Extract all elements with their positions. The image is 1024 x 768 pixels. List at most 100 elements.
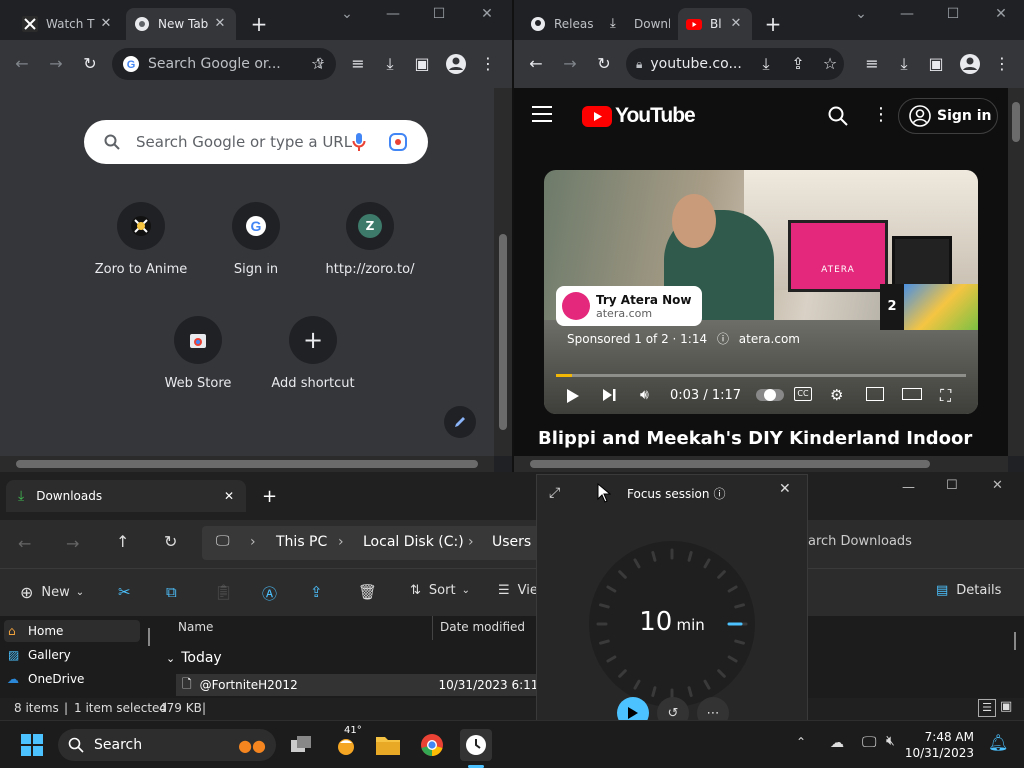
captions-icon[interactable]: CC [794, 387, 812, 401]
media-icon[interactable]: ≡ [346, 52, 370, 76]
back-button[interactable]: ← [10, 52, 34, 76]
details-button[interactable]: ▤ Details [936, 583, 1001, 598]
chevron-down-icon[interactable]: ⌄ [848, 6, 874, 22]
close-icon[interactable]: ✕ [98, 16, 114, 32]
install-app-icon[interactable]: ⤓ [754, 52, 778, 76]
content-scrollbar[interactable] [1014, 632, 1016, 650]
taskbar-search-box[interactable]: Search ●● [58, 729, 276, 761]
customize-pencil-icon[interactable] [444, 406, 476, 438]
shortcut-zoro-to[interactable]: Z http://zoro.to/ [315, 202, 425, 277]
info-icon[interactable]: ⓘ [717, 332, 729, 346]
breadcrumb-users[interactable]: Users [492, 534, 531, 550]
horizontal-scrollbar[interactable] [514, 456, 1008, 472]
maximize-button[interactable]: ☐ [426, 6, 452, 22]
forward-button[interactable]: → [558, 52, 582, 76]
close-icon[interactable]: ✕ [212, 16, 228, 32]
omnibox[interactable]: 🔒︎ youtube.co... [626, 48, 844, 80]
next-video-preview[interactable]: 2 [880, 284, 978, 330]
lock-icon[interactable]: 🔒︎ [636, 57, 642, 72]
bookmark-star-icon[interactable]: ☆ [818, 52, 842, 76]
clock-app-icon[interactable] [460, 729, 492, 761]
forward-button[interactable]: → [44, 52, 68, 76]
sign-in-button[interactable]: Sign in [898, 98, 998, 134]
tab-downloads[interactable]: ⤓ Downloads ✕ [6, 480, 246, 512]
start-windows-icon[interactable] [16, 729, 48, 761]
tab-new-tab[interactable]: New Tab ✕ [126, 8, 236, 40]
breadcrumb-local-disk[interactable]: Local Disk (C:) [363, 534, 464, 550]
overflow-chevron-icon[interactable]: ⌃ [796, 735, 806, 749]
menu-kebab-icon[interactable]: ⋮ [476, 52, 500, 76]
new-tab-button[interactable]: + [246, 8, 272, 40]
rename-icon[interactable]: Ⓐ [262, 583, 277, 604]
search-downloads-input[interactable]: arch Downloads [808, 534, 912, 549]
tab-releases[interactable]: Releas [522, 8, 602, 40]
back-button[interactable]: ← [18, 534, 31, 553]
shortcut-zoro-anime[interactable]: Zoro to Anime [86, 202, 196, 277]
video-title[interactable]: Blippi and Meekah's DIY Kinderland Indoo… [538, 428, 972, 449]
timer-dial[interactable]: 10 min [589, 541, 755, 707]
autoplay-toggle[interactable] [756, 389, 784, 401]
maximize-button[interactable]: ☐ [946, 478, 958, 493]
shortcut-sign-in[interactable]: G Sign in [201, 202, 311, 277]
side-panel-icon[interactable]: ▣ [410, 52, 434, 76]
details-view-icon[interactable]: ☰ [978, 699, 996, 717]
horizontal-scrollbar[interactable] [0, 456, 494, 472]
table-row[interactable]: 🗋︎ @FortniteH2012 10/31/2023 6:11 AM [176, 674, 536, 696]
omnibox[interactable]: G Search Google or... ⇪ [112, 48, 336, 80]
search-icon[interactable] [828, 106, 848, 126]
new-button[interactable]: ⊕ New ⌄ [20, 583, 84, 602]
close-window-button[interactable]: ✕ [988, 6, 1014, 22]
download-icon[interactable]: ⤓ [378, 52, 402, 76]
new-tab-button[interactable]: + [760, 8, 786, 40]
settings-kebab-icon[interactable]: ⋮ [872, 104, 890, 125]
file-explorer-app-icon[interactable] [372, 729, 404, 761]
weather-widget-icon[interactable]: 41° [330, 725, 362, 761]
paste-icon[interactable]: 📋︎ [214, 583, 233, 601]
reload-button[interactable]: ↻ [78, 52, 102, 76]
expand-icon[interactable]: ⤢ [549, 485, 560, 501]
menu-kebab-icon[interactable]: ⋮ [990, 52, 1014, 76]
volume-icon[interactable]: 🔊︎ [640, 387, 649, 403]
column-header-date[interactable]: Date modified [440, 620, 525, 634]
side-panel-icon[interactable]: ▣ [924, 52, 948, 76]
tab-watch[interactable]: Watch T ✕ [14, 8, 122, 40]
chevron-down-icon[interactable]: ⌄ [334, 6, 360, 22]
profile-icon[interactable] [444, 52, 468, 76]
nav-scrollbar[interactable] [148, 628, 150, 646]
tiles-view-icon[interactable]: ▣ [1000, 699, 1012, 714]
system-clock[interactable]: 7:48 AM 10/31/2023 [888, 729, 974, 761]
delete-icon[interactable]: 🗑︎ [358, 583, 377, 601]
ad-link[interactable]: atera.com [739, 332, 800, 346]
vertical-scrollbar[interactable] [494, 88, 512, 456]
ad-card[interactable]: Try Atera Now atera.com [556, 286, 702, 326]
tab-downloads[interactable]: ⤓ Downl [602, 8, 678, 40]
vertical-scrollbar[interactable] [1008, 88, 1024, 456]
bookmark-star-icon[interactable]: ☆ [306, 52, 330, 76]
fullscreen-icon[interactable]: ⛶ [940, 386, 951, 406]
forward-button[interactable]: → [66, 534, 79, 553]
theater-mode-icon[interactable] [902, 388, 922, 400]
minimize-button[interactable]: — [902, 480, 915, 495]
settings-gear-icon[interactable]: ⚙ [830, 386, 843, 404]
add-shortcut-button[interactable]: + Add shortcut [258, 316, 368, 391]
refresh-button[interactable]: ↻ [164, 532, 177, 551]
reload-button[interactable]: ↻ [592, 52, 616, 76]
profile-icon[interactable] [958, 52, 982, 76]
new-tab-button[interactable]: + [262, 486, 277, 507]
media-icon[interactable]: ≡ [860, 52, 884, 76]
back-button[interactable]: ← [524, 52, 548, 76]
task-view-icon[interactable] [286, 729, 318, 761]
youtube-logo[interactable]: YouTube [582, 104, 696, 128]
shortcut-web-store[interactable]: Web Store [143, 316, 253, 391]
close-icon[interactable]: ✕ [779, 481, 791, 497]
close-icon[interactable]: ✕ [224, 489, 234, 503]
display-icon[interactable]: 🖵︎ [862, 733, 876, 751]
close-window-button[interactable]: ✕ [474, 6, 500, 22]
minimize-button[interactable]: — [894, 6, 920, 22]
share-icon[interactable]: ⇪ [786, 52, 810, 76]
minimize-button[interactable]: — [380, 6, 406, 22]
copy-icon[interactable]: ⧉ [166, 583, 177, 601]
miniplayer-icon[interactable] [866, 387, 884, 401]
up-button[interactable]: ↑ [116, 532, 129, 551]
microphone-icon[interactable] [352, 132, 366, 152]
